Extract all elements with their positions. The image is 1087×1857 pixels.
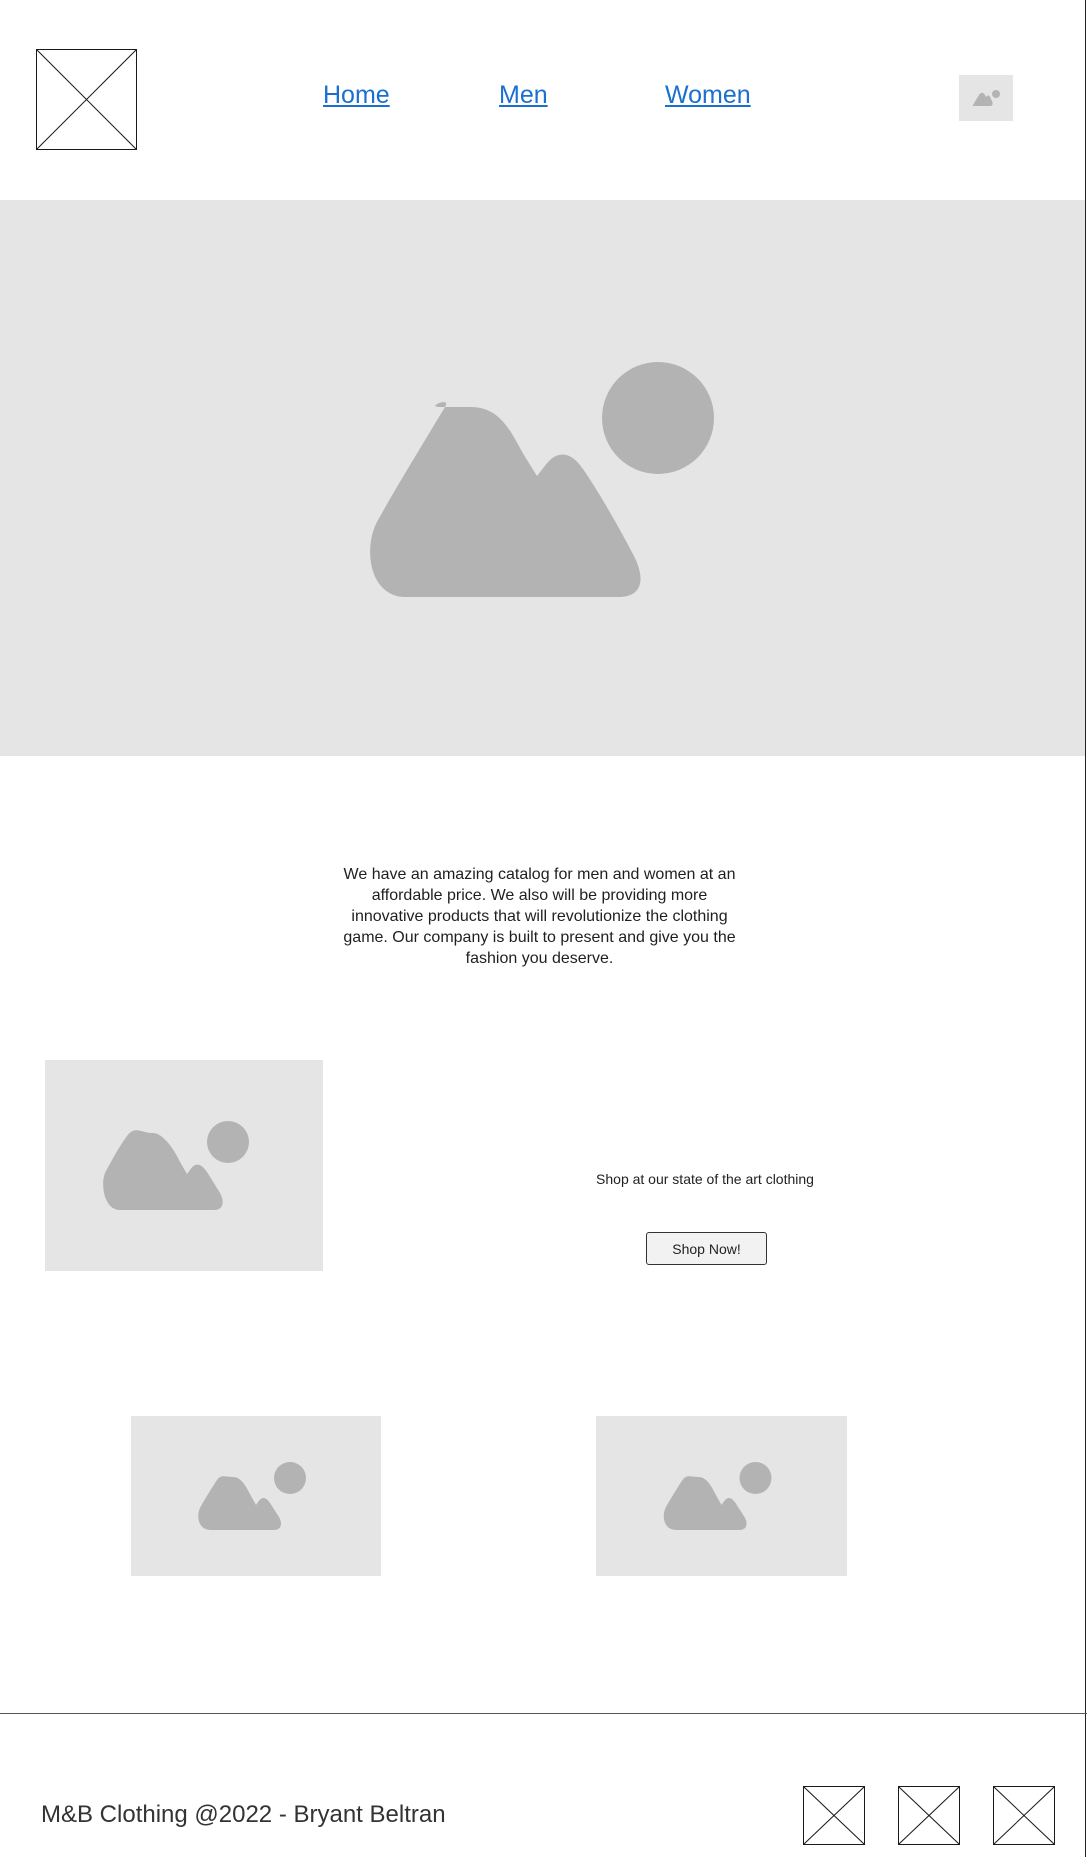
gallery-image-2 [596, 1416, 847, 1576]
logo-placeholder-icon[interactable] [36, 49, 137, 150]
promo-image-icon [103, 1121, 249, 1210]
hero-image [0, 200, 1085, 756]
nav-link-women[interactable]: Women [665, 80, 751, 110]
profile-image-icon[interactable] [959, 75, 1013, 121]
social-placeholder-icon-1[interactable] [803, 1786, 865, 1845]
page-edge-line [1085, 0, 1086, 1857]
social-placeholder-icon-2[interactable] [898, 1786, 960, 1845]
social-placeholder-icon-3[interactable] [993, 1786, 1055, 1845]
nav-link-home[interactable]: Home [323, 80, 390, 110]
footer-copyright: M&B Clothing @2022 - Bryant Beltran [41, 1801, 446, 1828]
gallery-image-1-icon [198, 1462, 306, 1530]
gallery-image-2-icon [663, 1462, 772, 1530]
gallery-image-1 [131, 1416, 381, 1576]
footer-divider [0, 1713, 1087, 1714]
promo-text: Shop at our state of the art clothing [596, 1171, 814, 1187]
nav-link-men[interactable]: Men [499, 80, 548, 110]
shop-now-button[interactable]: Shop Now! [646, 1232, 767, 1265]
hero-image-icon [370, 362, 714, 597]
intro-text: We have an amazing catalog for men and w… [343, 866, 736, 967]
promo-image [45, 1060, 323, 1271]
